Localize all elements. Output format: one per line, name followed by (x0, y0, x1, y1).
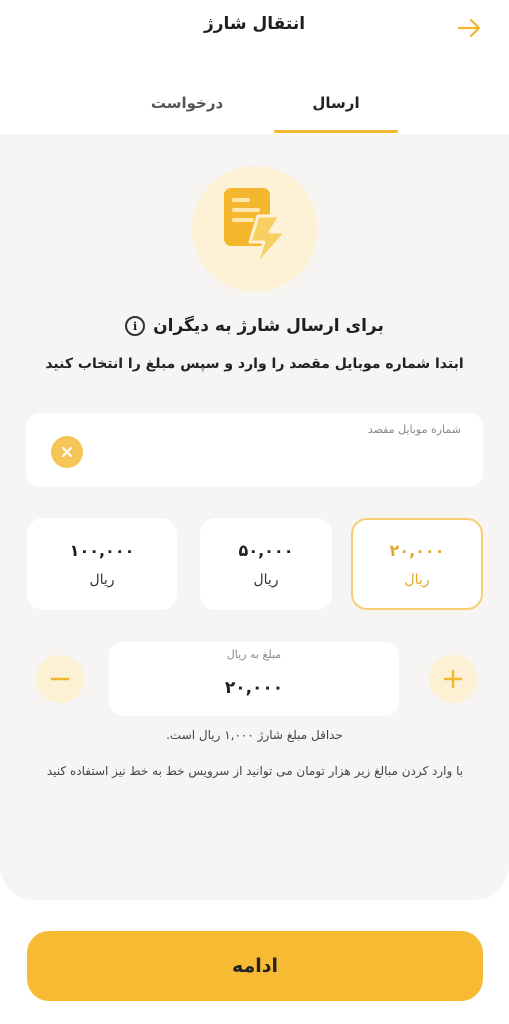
arrow-right-icon (457, 18, 481, 38)
amount-option-value: ۲۰,۰۰۰ (389, 540, 445, 560)
charge-transfer-screen: انتقال شارژ ارسال درخواست برای ارسال شار… (0, 0, 509, 1024)
heading-title: برای ارسال شارژ به دیگران (153, 316, 384, 336)
amount-option-20000[interactable]: ۲۰,۰۰۰ ریال (351, 518, 483, 610)
amount-input[interactable]: ۲۰,۰۰۰ (109, 678, 399, 698)
charge-bolt-icon (224, 188, 288, 268)
instructions-text: ابتدا شماره موبایل مقصد را وارد و سپس مب… (45, 356, 464, 372)
amount-field[interactable]: مبلغ به ریال ۲۰,۰۰۰ (109, 642, 399, 716)
amount-option-unit: ریال (404, 571, 430, 588)
tab-bar: ارسال درخواست (0, 72, 509, 134)
decrease-amount-button[interactable] (36, 655, 84, 703)
header: انتقال شارژ (0, 0, 509, 56)
amount-option-value: ۵۰,۰۰۰ (238, 540, 294, 560)
amount-option-unit: ریال (89, 571, 115, 588)
service-note: با وارد کردن مبالغ زیر هزار تومان می توا… (46, 764, 464, 778)
amount-option-value: ۱۰۰,۰۰۰ (69, 540, 135, 560)
heading: برای ارسال شارژ به دیگران i (0, 316, 509, 336)
amount-field-label: مبلغ به ریال (226, 648, 282, 661)
active-tab-indicator (274, 130, 398, 133)
amount-option-50000[interactable]: ۵۰,۰۰۰ ریال (200, 518, 332, 610)
clear-phone-button[interactable] (51, 436, 83, 468)
amount-option-100000[interactable]: ۱۰۰,۰۰۰ ریال (27, 518, 177, 610)
info-icon[interactable]: i (125, 316, 146, 336)
page-title: انتقال شارژ (203, 14, 306, 34)
back-button[interactable] (453, 12, 487, 44)
amount-option-unit: ریال (253, 571, 279, 588)
minus-icon (50, 677, 70, 681)
phone-field-label: شماره موبایل مقصد (367, 423, 461, 436)
phone-field[interactable]: شماره موبایل مقصد (26, 413, 483, 487)
phone-input[interactable] (106, 441, 456, 477)
increase-amount-button[interactable] (429, 655, 477, 703)
continue-button[interactable]: ادامه (27, 931, 483, 1001)
close-icon (62, 447, 72, 457)
tab-request[interactable]: درخواست (125, 72, 249, 134)
plus-icon (443, 669, 463, 689)
min-amount-note: حداقل مبلغ شارژ ۱,۰۰۰ ریال است. (166, 728, 343, 742)
tab-send[interactable]: ارسال (274, 72, 398, 134)
